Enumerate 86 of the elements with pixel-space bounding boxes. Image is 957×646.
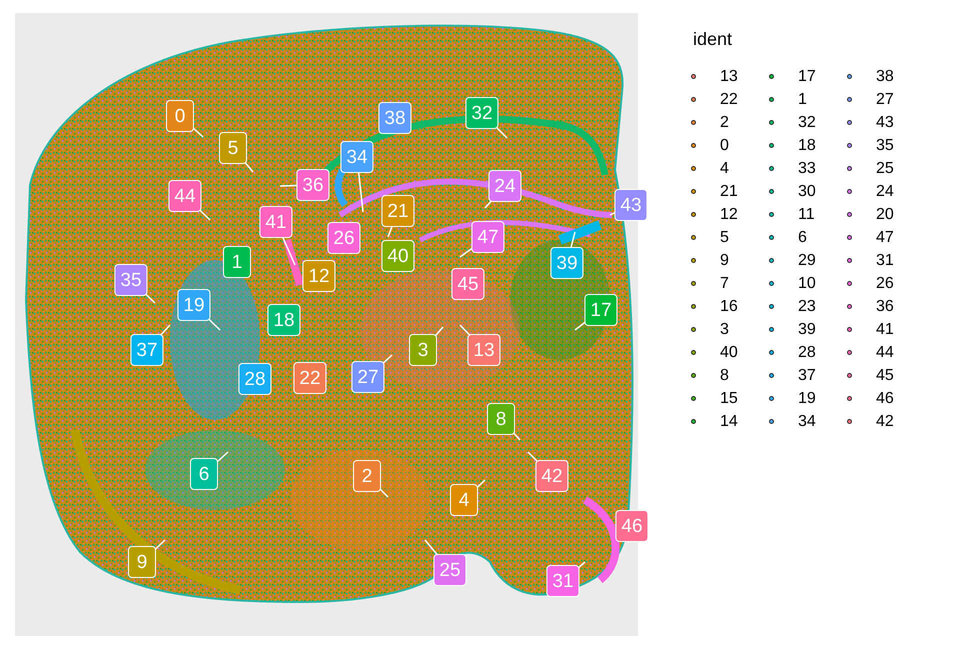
- cluster-label: 25: [433, 554, 467, 586]
- legend-label: 14: [720, 414, 738, 430]
- cluster-label: 24: [488, 170, 522, 202]
- legend-label: 24: [876, 184, 894, 200]
- legend-label: 44: [876, 344, 894, 360]
- cluster-label: 44: [168, 180, 202, 212]
- legend-label: 19: [798, 390, 816, 406]
- cluster-label: 5: [219, 132, 247, 164]
- cluster-label: 9: [128, 546, 156, 578]
- legend-label: 39: [798, 322, 816, 338]
- cluster-label: 40: [381, 240, 415, 272]
- cluster-label: 42: [535, 460, 569, 492]
- cluster-label: 6: [190, 458, 218, 490]
- legend-label: 17: [798, 68, 816, 84]
- legend-label: 23: [798, 298, 816, 314]
- cluster-label: 22: [293, 362, 327, 394]
- legend-label: 25: [876, 160, 894, 176]
- cluster-label: 35: [114, 264, 148, 296]
- cluster-label: 36: [296, 169, 330, 201]
- legend-label: 7: [720, 276, 729, 292]
- legend-label: 46: [876, 390, 894, 406]
- legend-label: 33: [798, 160, 816, 176]
- cluster-label: 34: [340, 141, 374, 173]
- legend-label: 18: [798, 138, 816, 154]
- legend-label: 21: [720, 184, 738, 200]
- cluster-label: 1: [223, 246, 251, 278]
- cluster-label: 4: [450, 484, 478, 516]
- legend-label: 43: [876, 114, 894, 130]
- legend-label: 3: [720, 322, 729, 338]
- legend-label: 26: [876, 276, 894, 292]
- legend-label: 38: [876, 68, 894, 84]
- cluster-label: 43: [614, 189, 648, 221]
- cluster-label: 38: [378, 102, 412, 134]
- cluster-label: 46: [615, 510, 649, 542]
- legend-label: 47: [876, 230, 894, 246]
- legend-label: 42: [876, 414, 894, 430]
- legend-label: 27: [876, 92, 894, 108]
- legend-label: 40: [720, 344, 738, 360]
- legend-label: 45: [876, 368, 894, 384]
- legend-label: 10: [798, 276, 816, 292]
- cluster-label: 17: [584, 294, 618, 326]
- cluster-label: 26: [327, 222, 361, 254]
- legend-label: 29: [798, 252, 816, 268]
- legend-label: 32: [798, 114, 816, 130]
- cluster-label: 47: [471, 221, 505, 253]
- legend-label: 41: [876, 322, 894, 338]
- legend-title: ident: [692, 30, 734, 48]
- cluster-label: 3: [409, 334, 437, 366]
- cluster-label: 13: [467, 334, 501, 366]
- legend-label: 0: [720, 138, 729, 154]
- cluster-label: 32: [465, 97, 499, 129]
- legend-label: 31: [876, 252, 894, 268]
- legend-label: 4: [720, 160, 729, 176]
- cluster-label: 8: [487, 403, 515, 435]
- cluster-label: 31: [546, 565, 580, 597]
- cluster-label: 21: [381, 195, 415, 227]
- legend-label: 30: [798, 184, 816, 200]
- legend-label: 28: [798, 344, 816, 360]
- cluster-label: 45: [451, 268, 485, 300]
- cluster-label: 27: [351, 361, 385, 393]
- legend-label: 1: [798, 92, 807, 108]
- cluster-label: 28: [238, 363, 272, 395]
- legend-label: 9: [720, 252, 729, 268]
- legend-label: 2: [720, 114, 729, 130]
- legend-label: 6: [798, 230, 807, 246]
- legend-label: 5: [720, 230, 729, 246]
- legend-label: 22: [720, 92, 738, 108]
- legend-label: 34: [798, 414, 816, 430]
- legend-label: 15: [720, 390, 738, 406]
- legend-label: 11: [798, 206, 815, 222]
- cluster-label: 41: [259, 206, 293, 238]
- cluster-label: 0: [166, 100, 194, 132]
- cluster-label: 18: [267, 304, 301, 336]
- cluster-label: 37: [130, 334, 164, 366]
- legend-label: 20: [876, 206, 894, 222]
- cluster-label: 39: [550, 247, 584, 279]
- cluster-label: 19: [177, 289, 211, 321]
- legend-label: 13: [720, 68, 738, 84]
- cluster-label: 12: [302, 260, 336, 292]
- legend-label: 12: [720, 206, 738, 222]
- cluster-label: 2: [353, 460, 381, 492]
- legend-label: 35: [876, 138, 894, 154]
- legend-label: 8: [720, 368, 729, 384]
- legend-label: 37: [798, 368, 816, 384]
- legend-label: 16: [720, 298, 738, 314]
- legend-label: 36: [876, 298, 894, 314]
